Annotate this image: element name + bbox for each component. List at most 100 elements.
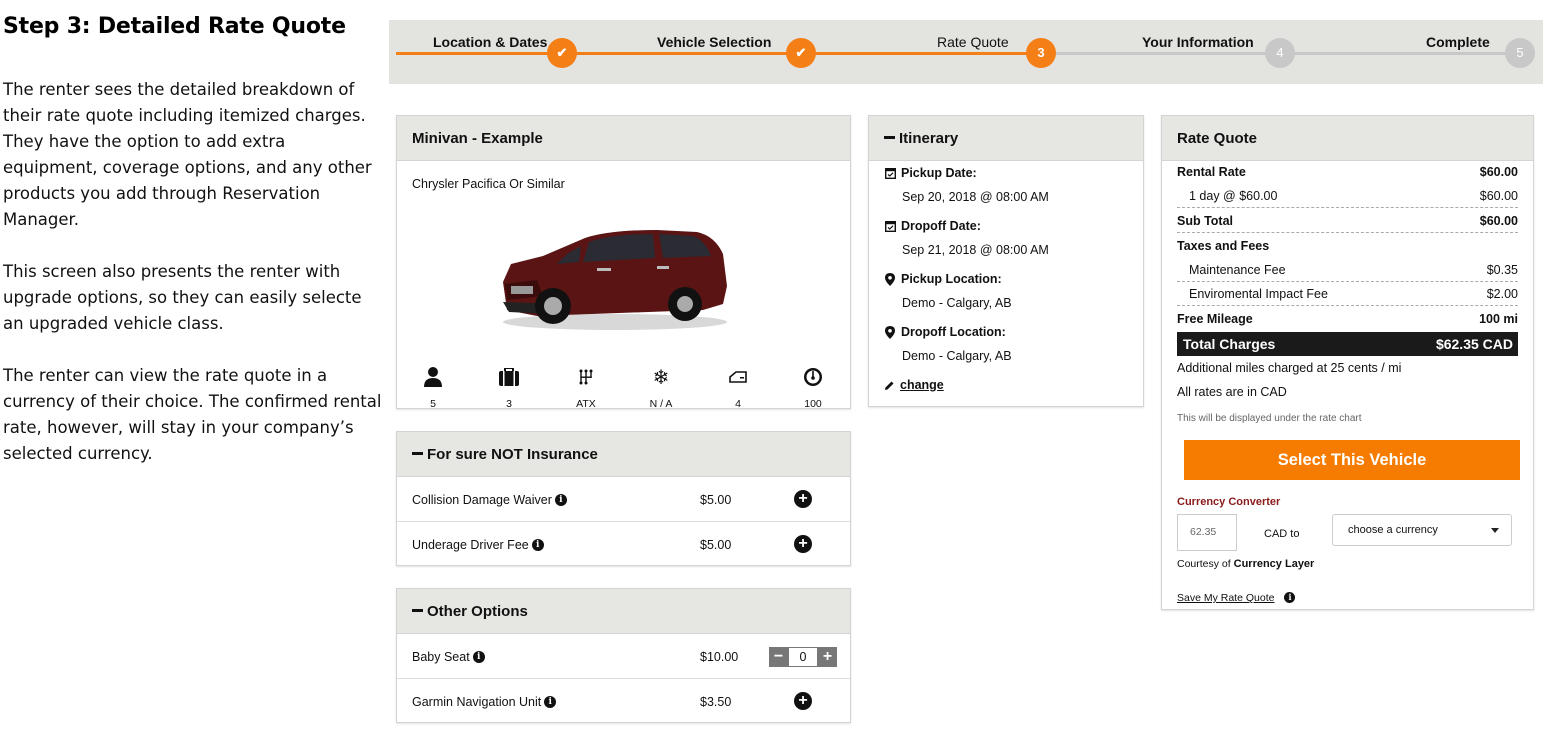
step-number: 5 [1505, 38, 1535, 68]
info-icon[interactable]: i [544, 695, 557, 708]
itinerary-header[interactable]: Itinerary [869, 116, 1143, 161]
calendar-icon [884, 220, 896, 232]
description-paragraph: The renter can view the rate quote in a … [3, 366, 382, 463]
info-icon[interactable]: i [531, 538, 544, 551]
itinerary-panel: Itinerary Pickup Date: Sep 20, 2018 @ 08… [868, 115, 1144, 407]
other-options-header[interactable]: Other Options [397, 589, 850, 634]
rate-quote-title: Rate Quote [1162, 116, 1533, 161]
door-icon [708, 366, 768, 388]
insurance-panel-header[interactable]: For sure NOT Insurance [397, 432, 850, 477]
option-name: Garmin Navigation Unit i [412, 695, 557, 709]
add-option-button[interactable]: + [794, 692, 812, 710]
vehicle-subtitle: Chrysler Pacifica Or Similar [412, 177, 565, 191]
map-marker-icon [884, 325, 896, 339]
currency-select[interactable]: choose a currency [1332, 514, 1512, 546]
map-marker-icon [884, 272, 896, 286]
pickup-location-label: Pickup Location: [884, 272, 1002, 286]
collapse-icon[interactable] [412, 451, 423, 455]
snowflake-icon: ❄ [652, 365, 670, 389]
add-option-button[interactable]: + [794, 490, 812, 508]
maintenance-fee-row: Maintenance Fee $0.35 [1177, 260, 1518, 282]
step-label-your-information: Your Information [1142, 34, 1254, 50]
check-icon[interactable]: ✔ [786, 38, 816, 68]
option-row: Baby Seat i $10.00 − 0 + [397, 634, 850, 679]
info-icon[interactable]: i [472, 650, 485, 663]
calendar-icon [884, 167, 896, 179]
subtotal-row: Sub Total $60.00 [1177, 211, 1518, 233]
option-name: Collision Damage Waiver i [412, 493, 567, 507]
save-rate-quote-link[interactable]: Save My Rate Quote i [1177, 591, 1296, 604]
person-icon [403, 366, 463, 388]
option-row: Underage Driver Fee i $5.00 + [397, 522, 850, 567]
add-option-button[interactable]: + [794, 535, 812, 553]
insurance-panel: For sure NOT Insurance Collision Damage … [396, 431, 851, 566]
option-price: $5.00 [700, 493, 732, 507]
feature-mileage: 100 [783, 366, 843, 410]
info-icon[interactable]: i [554, 493, 567, 506]
insurance-title: For sure NOT Insurance [427, 446, 598, 463]
progress-bar: Location & Dates ✔ Vehicle Selection ✔ R… [389, 20, 1543, 84]
currency-converter-title: Currency Converter [1177, 496, 1281, 508]
pickup-location: Demo - Calgary, AB [902, 296, 1012, 310]
pickup-date: Sep 20, 2018 @ 08:00 AM [902, 190, 1049, 204]
option-name: Underage Driver Fee i [412, 538, 544, 552]
quantity-input[interactable]: 0 [788, 647, 818, 667]
check-icon[interactable]: ✔ [547, 38, 577, 68]
courtesy-note: Courtesy of Currency Layer [1177, 558, 1315, 570]
pickup-date-label: Pickup Date: [884, 166, 977, 180]
additional-miles-note: Additional miles charged at 25 cents / m… [1177, 361, 1402, 375]
currency-amount-input[interactable]: 62.35 [1177, 514, 1237, 551]
other-options-title: Other Options [427, 603, 528, 620]
vehicle-image [497, 224, 729, 337]
dropoff-date-label: Dropoff Date: [884, 219, 981, 233]
speedometer-icon [783, 366, 843, 388]
info-icon[interactable]: i [1284, 591, 1296, 603]
select-vehicle-button[interactable]: Select This Vehicle [1184, 440, 1520, 480]
caret-down-icon [1491, 528, 1499, 533]
free-mileage-row: Free Mileage 100 mi [1177, 312, 1518, 326]
progress-line-done [396, 52, 1041, 55]
itinerary-title: Itinerary [899, 130, 959, 147]
page-title: Step 3: Detailed Rate Quote [3, 14, 346, 39]
currency-to-label: CAD to [1264, 528, 1300, 540]
change-link[interactable]: change [884, 378, 944, 392]
pencil-icon [884, 380, 895, 391]
feature-air-conditioning: ❄ N / A [631, 365, 691, 410]
rate-chart-note: This will be displayed under the rate ch… [1177, 413, 1362, 424]
dropoff-location: Demo - Calgary, AB [902, 349, 1012, 363]
all-rates-note: All rates are in CAD [1177, 385, 1287, 399]
vehicle-title: Minivan - Example [397, 116, 850, 161]
step-label-location-dates[interactable]: Location & Dates [433, 34, 547, 50]
step-number: 4 [1265, 38, 1295, 68]
option-price: $10.00 [700, 650, 739, 664]
step-label-vehicle-selection[interactable]: Vehicle Selection [657, 34, 771, 50]
day-rate-row: 1 day @ $60.00 $60.00 [1177, 186, 1518, 208]
option-row: Collision Damage Waiver i $5.00 + [397, 477, 850, 522]
description-paragraph: This screen also presents the renter wit… [3, 262, 362, 333]
decrement-button[interactable]: − [769, 647, 788, 667]
increment-button[interactable]: + [818, 647, 837, 667]
rate-quote-panel: Rate Quote Rental Rate $60.00 1 day @ $60… [1161, 115, 1534, 610]
collapse-icon[interactable] [412, 608, 423, 612]
option-row: Garmin Navigation Unit i $3.50 + [397, 679, 850, 724]
step-number-current: 3 [1026, 38, 1056, 68]
transmission-icon [556, 366, 616, 388]
step-label-rate-quote: Rate Quote [937, 34, 1009, 50]
option-price: $5.00 [700, 538, 732, 552]
feature-transmission: ATX [556, 366, 616, 410]
description-column: Step 3: Detailed Rate Quote The renter s… [3, 14, 383, 493]
quantity-stepper: − 0 + [769, 647, 837, 667]
luggage-icon [479, 366, 539, 388]
rental-rate-row: Rental Rate $60.00 [1177, 165, 1518, 179]
feature-luggage: 3 [479, 366, 539, 410]
option-name: Baby Seat i [412, 650, 485, 664]
feature-doors: 4 [708, 366, 768, 410]
other-options-panel: Other Options Baby Seat i $10.00 − 0 + Ga… [396, 588, 851, 723]
description-paragraph: The renter sees the detailed breakdown o… [3, 80, 372, 229]
total-charges-row: Total Charges $62.35 CAD [1177, 332, 1518, 356]
step-label-complete: Complete [1426, 34, 1490, 50]
environmental-fee-row: Enviromental Impact Fee $2.00 [1177, 284, 1518, 306]
collapse-icon[interactable] [884, 135, 895, 139]
vehicle-panel: Minivan - Example Chrysler Pacifica Or S… [396, 115, 851, 410]
feature-passengers: 5 [403, 366, 463, 410]
